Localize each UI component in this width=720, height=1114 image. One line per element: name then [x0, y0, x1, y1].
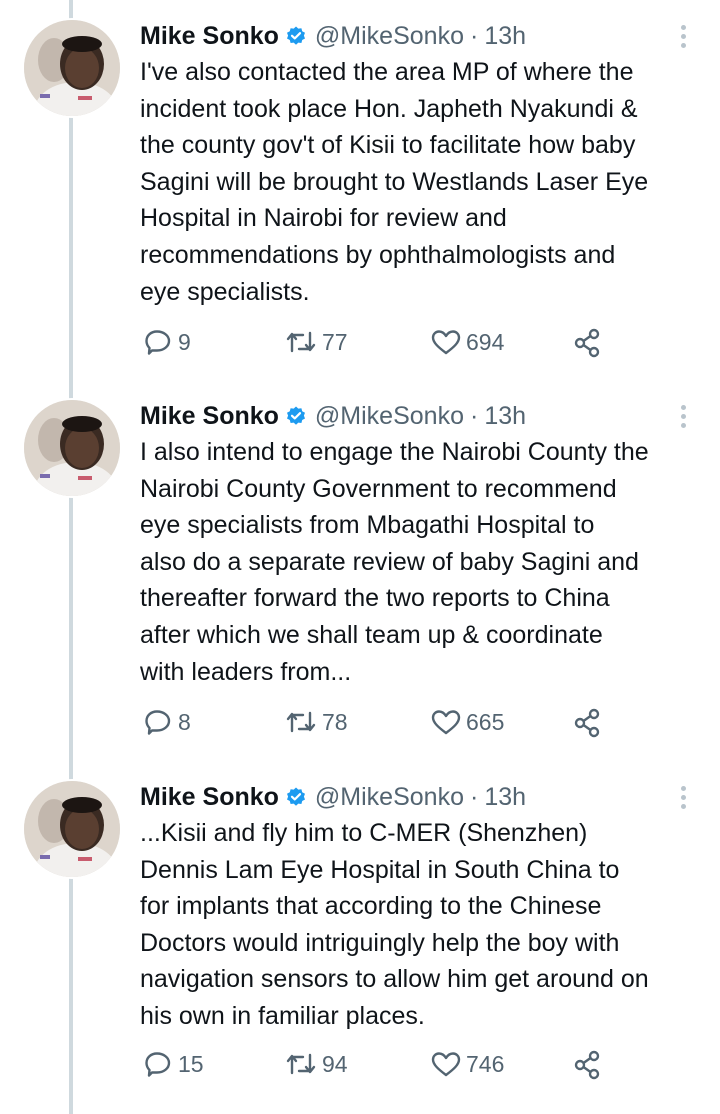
tweet-actions: 15 94 746 — [140, 1049, 700, 1089]
like-count: 746 — [466, 1050, 505, 1077]
tweet-actions: 8 78 665 — [140, 707, 700, 747]
like-count: 694 — [466, 328, 505, 355]
like-icon — [431, 710, 461, 735]
thread-line — [69, 0, 73, 1114]
timestamp[interactable]: 13h — [484, 783, 526, 812]
reply-count: 9 — [178, 328, 191, 355]
verified-badge-icon — [286, 26, 305, 45]
like-button[interactable]: 665 — [430, 707, 504, 737]
tweet-header: Mike Sonko @MikeSonko · 13h — [140, 18, 700, 54]
retweet-count: 94 — [322, 1050, 348, 1077]
retweet-count: 78 — [322, 708, 348, 735]
author-handle[interactable]: @MikeSonko — [315, 783, 464, 812]
timestamp[interactable]: 13h — [484, 22, 526, 51]
avatar[interactable] — [22, 779, 122, 879]
share-button[interactable] — [572, 1049, 604, 1081]
retweet-button[interactable]: 78 — [284, 707, 348, 737]
like-count: 665 — [466, 708, 505, 735]
reply-count: 15 — [178, 1050, 204, 1077]
tweet-header: Mike Sonko @MikeSonko · 13h — [140, 398, 700, 434]
tweet-text: I also intend to engage the Nairobi Coun… — [140, 438, 649, 686]
author-name[interactable]: Mike Sonko — [140, 402, 279, 431]
share-button[interactable] — [572, 707, 604, 739]
like-icon — [431, 1052, 461, 1077]
like-button[interactable]: 694 — [430, 327, 504, 357]
reply-button[interactable]: 15 — [144, 1049, 204, 1079]
author-name[interactable]: Mike Sonko — [140, 22, 279, 51]
retweet-icon — [286, 711, 316, 733]
verified-badge-icon — [286, 787, 305, 806]
reply-button[interactable]: 9 — [144, 327, 191, 357]
more-options-icon[interactable] — [678, 779, 688, 815]
tweet-actions: 9 77 694 — [140, 327, 700, 367]
retweet-icon — [286, 1053, 316, 1075]
retweet-icon — [286, 331, 316, 353]
share-icon — [574, 708, 600, 738]
tweet-header: Mike Sonko @MikeSonko · 13h — [140, 779, 700, 815]
retweet-count: 77 — [322, 328, 348, 355]
reply-icon — [145, 710, 171, 735]
reply-icon — [145, 1052, 171, 1077]
timestamp[interactable]: 13h — [484, 402, 526, 431]
share-icon — [574, 1050, 600, 1080]
reply-icon — [145, 330, 171, 355]
reply-button[interactable]: 8 — [144, 707, 191, 737]
more-options-icon[interactable] — [678, 18, 688, 54]
avatar-photo — [24, 781, 120, 877]
avatar-photo — [24, 400, 120, 496]
avatar-photo — [24, 20, 120, 116]
verified-badge-icon — [286, 406, 305, 425]
like-icon — [431, 330, 461, 355]
separator: · — [469, 21, 479, 50]
author-name[interactable]: Mike Sonko — [140, 783, 279, 812]
separator: · — [469, 782, 479, 811]
separator: · — [469, 401, 479, 430]
reply-count: 8 — [178, 708, 191, 735]
retweet-button[interactable]: 77 — [284, 327, 348, 357]
avatar[interactable] — [22, 18, 122, 118]
more-options-icon[interactable] — [678, 398, 688, 434]
avatar[interactable] — [22, 398, 122, 498]
retweet-button[interactable]: 94 — [284, 1049, 348, 1079]
like-button[interactable]: 746 — [430, 1049, 504, 1079]
tweet-text: ...Kisii and fly him to C-MER (Shenzhen)… — [140, 819, 649, 1030]
tweet-text: I've also contacted the area MP of where… — [140, 58, 649, 306]
share-icon — [574, 328, 600, 358]
author-handle[interactable]: @MikeSonko — [315, 22, 464, 51]
share-button[interactable] — [572, 327, 604, 359]
author-handle[interactable]: @MikeSonko — [315, 402, 464, 431]
